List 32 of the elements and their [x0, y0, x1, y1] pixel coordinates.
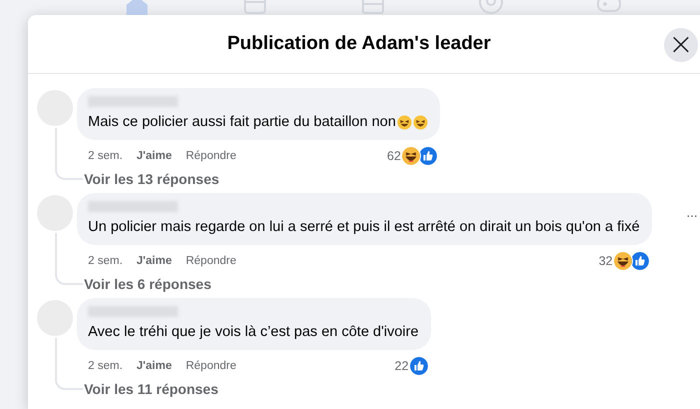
laughing-emoji-icon — [396, 115, 412, 130]
comment-time: 2 sem. — [88, 150, 123, 162]
reply-link[interactable]: Répondre — [186, 360, 236, 372]
dialog-title: Publication de Adam's leader — [227, 33, 491, 55]
reply-link[interactable]: Répondre — [186, 255, 236, 267]
gamepad-icon[interactable] — [596, 0, 622, 15]
like-link[interactable]: J'aime — [136, 150, 172, 162]
thumbs-up-icon — [630, 251, 650, 271]
video-icon[interactable] — [242, 0, 268, 15]
view-replies-link[interactable]: Voir les 6 réponses — [77, 270, 212, 292]
laughing-reaction-icon — [612, 251, 633, 271]
comment-time: 2 sem. — [88, 255, 123, 267]
comment-text: Avec le tréhi que je vois là c’est pas en côte d'ivoire — [88, 323, 419, 342]
reaction-count[interactable]: 32 — [598, 254, 613, 268]
laughing-reaction-icon — [400, 146, 421, 166]
more-options-button[interactable]: ··· — [686, 207, 697, 223]
thumbs-up-icon — [408, 356, 429, 376]
like-link[interactable]: J'aime — [136, 255, 172, 267]
like-link[interactable]: J'aime — [136, 360, 172, 372]
view-replies-link[interactable]: Voir les 13 réponses — [77, 165, 220, 187]
close-button[interactable]: × — [664, 28, 698, 62]
laughing-emoji-icon — [412, 115, 428, 130]
reply-link[interactable]: Répondre — [186, 150, 236, 162]
thumbs-up-icon — [418, 146, 438, 166]
comment-text: Mais ce policier aussi fait partie du bataillon non — [88, 113, 396, 132]
reaction-count[interactable]: 62 — [387, 149, 401, 163]
comment-time: 2 sem. — [88, 360, 123, 372]
comment-text: Un policier mais regarde on lui a serré et puis il est arrêté on dirait un bois qu'on a fixé — [88, 218, 640, 237]
view-replies-link[interactable]: Voir les 11 réponses — [77, 375, 218, 397]
reaction-count[interactable]: 22 — [394, 359, 409, 373]
groups-icon[interactable] — [478, 0, 504, 15]
store-icon[interactable] — [360, 0, 386, 15]
